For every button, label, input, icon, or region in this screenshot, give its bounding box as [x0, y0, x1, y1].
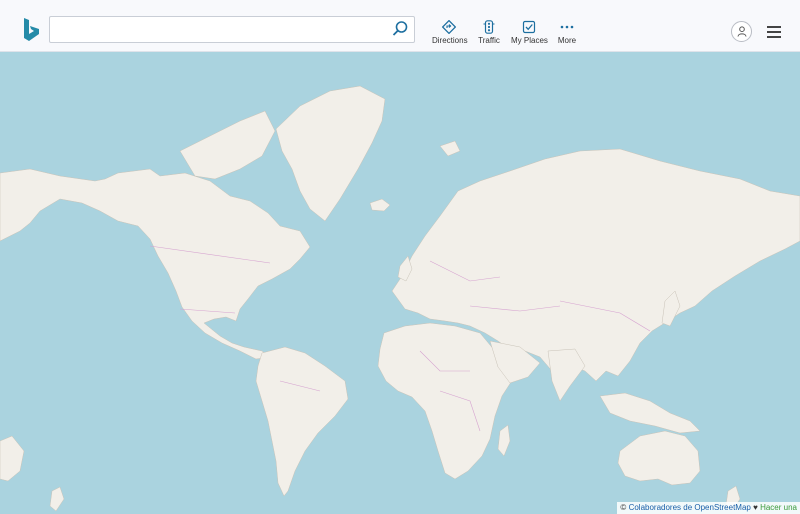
my-places-icon	[522, 20, 536, 34]
bing-logo[interactable]	[22, 17, 42, 43]
user-icon	[737, 26, 747, 37]
directions-label: Directions	[432, 36, 468, 45]
menu-icon[interactable]	[767, 26, 781, 38]
traffic-button[interactable]: Traffic	[478, 20, 500, 46]
copyright-symbol: ©	[620, 503, 627, 512]
my-places-label: My Places	[511, 36, 548, 45]
more-label: More	[557, 36, 577, 45]
osm-contributors-link[interactable]: Colaboradores de OpenStreetMap	[629, 503, 751, 512]
top-bar: Directions Traffic My Places More	[0, 0, 800, 52]
my-places-button[interactable]: My Places	[511, 20, 548, 46]
more-icon	[560, 25, 574, 29]
world-map[interactable]	[0, 51, 800, 514]
map-attribution: © Colaboradores de OpenStreetMap ♥ Hacer…	[617, 502, 800, 514]
more-button[interactable]: More	[555, 20, 579, 46]
traffic-label: Traffic	[478, 36, 500, 45]
search-box[interactable]	[49, 16, 415, 43]
directions-icon	[442, 20, 456, 34]
search-input[interactable]	[56, 20, 380, 41]
heart-icon: ♥	[753, 503, 758, 512]
traffic-icon	[483, 20, 495, 34]
contribute-link[interactable]: Hacer una	[760, 503, 797, 512]
account-avatar[interactable]	[731, 21, 752, 42]
directions-button[interactable]: Directions	[432, 20, 468, 46]
search-icon[interactable]	[391, 20, 409, 38]
